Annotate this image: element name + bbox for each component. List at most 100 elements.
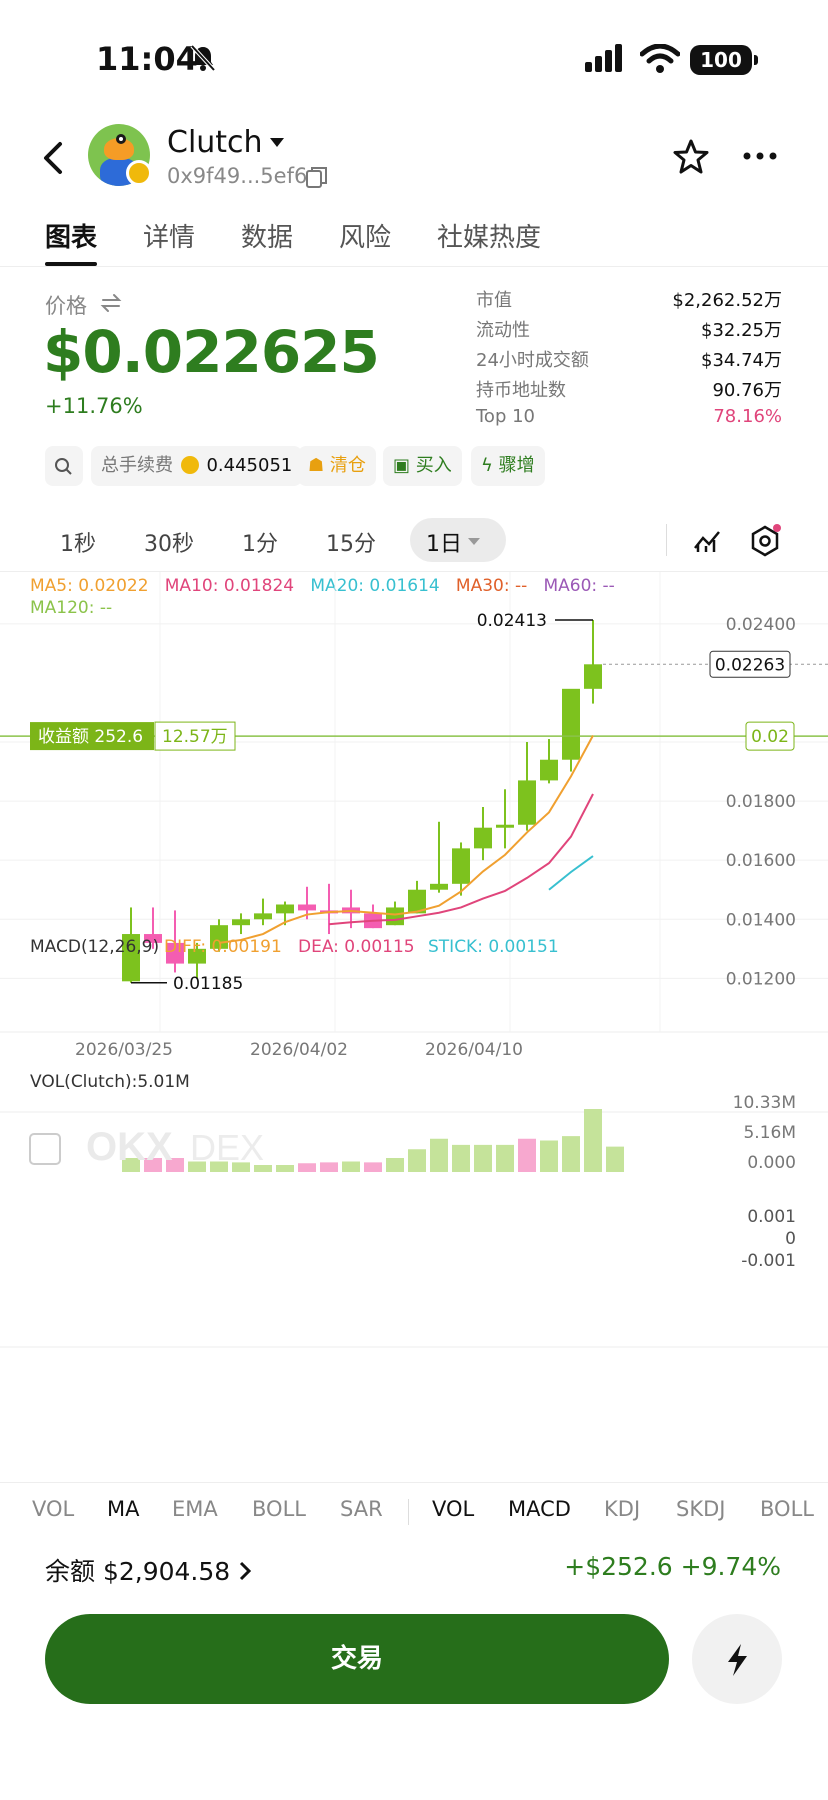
surge-chip[interactable]: ϟ 骤增 [471, 446, 545, 486]
balance-text[interactable]: 余额 $2,904.58 [45, 1552, 230, 1588]
timeframe-1d[interactable]: 1日 [426, 526, 462, 558]
candle-body [386, 907, 404, 926]
volume-bar [452, 1144, 470, 1172]
candle-body [232, 919, 250, 926]
vol-title: VOL(Clutch):5.01M [30, 1072, 190, 1092]
ind-kdj[interactable]: KDJ [604, 1497, 640, 1521]
ind-sar[interactable]: SAR [340, 1497, 383, 1521]
ind-ema[interactable]: EMA [172, 1497, 218, 1521]
timeframe-30s[interactable]: 30秒 [144, 526, 194, 558]
star-icon[interactable] [672, 138, 710, 176]
volume-bar [606, 1146, 624, 1172]
fullscreen-icon [29, 1133, 61, 1165]
status-time: 11:04 [96, 40, 198, 78]
search-chip[interactable] [45, 446, 83, 486]
stat-key: 24小时成交额 [476, 350, 589, 371]
signal-icon [585, 44, 622, 72]
fee-chip[interactable]: 总手续费 0.445051 [91, 446, 303, 486]
candle-body [584, 664, 602, 689]
chevron-down-icon[interactable] [270, 138, 284, 147]
chart-settings-icon[interactable] [748, 524, 782, 558]
ind-ma[interactable]: MA [107, 1497, 139, 1521]
wifi-icon [640, 44, 680, 73]
tab-data[interactable]: 数据 [241, 217, 293, 254]
x-tick: 2026/04/10 [425, 1040, 523, 1060]
timeframe-15m[interactable]: 15分 [326, 526, 376, 558]
fee-label: 总手续费 [101, 455, 173, 476]
price-chart[interactable]: 0.02413 0.01185 0.02263 收益额 252.6 12.57万 0.02… [0, 572, 828, 1482]
y-tick: 0.01200 [726, 969, 796, 989]
macd-tick: -0.001 [741, 1251, 796, 1271]
ind-boll[interactable]: BOLL [252, 1497, 306, 1521]
candle-body [562, 688, 580, 760]
copy-icon[interactable] [305, 165, 329, 189]
more-icon[interactable] [742, 150, 778, 162]
macd-bars: MACD(12,26,9) DIFF: 0.00191 DEA: 0.00115 ST… [30, 937, 796, 1271]
ma-lines [218, 735, 594, 944]
macd-legend: DIFF: 0.00191 [164, 937, 282, 957]
search-icon [55, 458, 72, 475]
candle-body [474, 827, 492, 849]
lightning-icon: ϟ [481, 455, 493, 476]
ind-macd[interactable]: MACD [508, 1497, 571, 1521]
okx-dex-watermark: OKX [86, 1125, 173, 1169]
candle-body [518, 780, 536, 825]
stat-key: 流动性 [476, 320, 530, 341]
swap-arrows-icon[interactable] [100, 292, 122, 314]
ind-vol-main[interactable]: VOL [32, 1497, 74, 1521]
ind-skdj[interactable]: SKDJ [676, 1497, 725, 1521]
stat-key: Top 10 [476, 406, 536, 427]
battery-indicator: 100 [690, 45, 758, 75]
stat-value: $32.25万 [701, 320, 782, 341]
chevron-right-icon[interactable] [238, 1560, 252, 1582]
tab-risk[interactable]: 风险 [339, 217, 391, 254]
stat-value-top10: 78.16% [713, 406, 782, 427]
active-tab-underline [45, 262, 97, 266]
timeframe-bar: 1秒 30秒 1分 15分 1日 [0, 512, 828, 572]
timeframe-1s[interactable]: 1秒 [60, 526, 96, 558]
trade-button[interactable]: 交易 [45, 1614, 669, 1704]
timeframe-1m[interactable]: 1分 [242, 526, 278, 558]
indicator-chart-icon[interactable] [692, 526, 722, 556]
volume-bar [430, 1138, 448, 1172]
pnl-amount: 12.57万 [162, 727, 228, 747]
candle-body [430, 883, 448, 890]
candle-body [540, 759, 558, 781]
back-arrow-icon[interactable] [40, 140, 70, 176]
candle-body [254, 913, 272, 920]
macd-legend: MACD(12,26,9) [30, 937, 159, 957]
price-change: +11.76% [45, 394, 143, 418]
volume-bar [474, 1144, 492, 1172]
x-tick: 2026/04/02 [250, 1040, 348, 1060]
tab-details[interactable]: 详情 [143, 217, 195, 254]
candle-body [276, 904, 294, 914]
token-name[interactable]: Clutch [167, 125, 263, 160]
volume-bar [540, 1140, 558, 1172]
ind-boll-sub[interactable]: BOLL [760, 1497, 814, 1521]
ind-vol-sub[interactable]: VOL [432, 1497, 474, 1521]
buy-label: 买入 [415, 455, 452, 476]
current-price-label: 0.02263 [715, 655, 785, 675]
price-value: $0.022625 [43, 318, 380, 386]
vol-tick: 0.000 [747, 1153, 796, 1173]
macd-tick: 0.001 [747, 1207, 796, 1227]
volume-bar [386, 1158, 404, 1172]
volume-bar [342, 1161, 360, 1172]
stat-key: 持币地址数 [476, 380, 566, 401]
ma5-line [218, 735, 594, 944]
tab-chart[interactable]: 图表 [45, 217, 97, 254]
quick-trade-button[interactable] [692, 1614, 782, 1704]
tab-social[interactable]: 社媒热度 [437, 217, 541, 254]
buy-chip[interactable]: ▣ 买入 [383, 446, 462, 486]
fee-value: 0.445051 [206, 455, 293, 476]
surge-label: 骤增 [498, 455, 535, 476]
volume-bar [276, 1165, 294, 1172]
moneybag-icon: ▣ [393, 455, 411, 476]
clear-position-chip[interactable]: ☗ 清仓 [298, 446, 376, 486]
timeframe-dropdown-icon[interactable] [468, 538, 480, 545]
candle-body [496, 824, 514, 828]
ma20-line [548, 855, 594, 891]
stat-value: 90.76万 [712, 380, 782, 401]
y-tick: 0.01400 [726, 910, 796, 930]
divider [408, 1499, 409, 1525]
